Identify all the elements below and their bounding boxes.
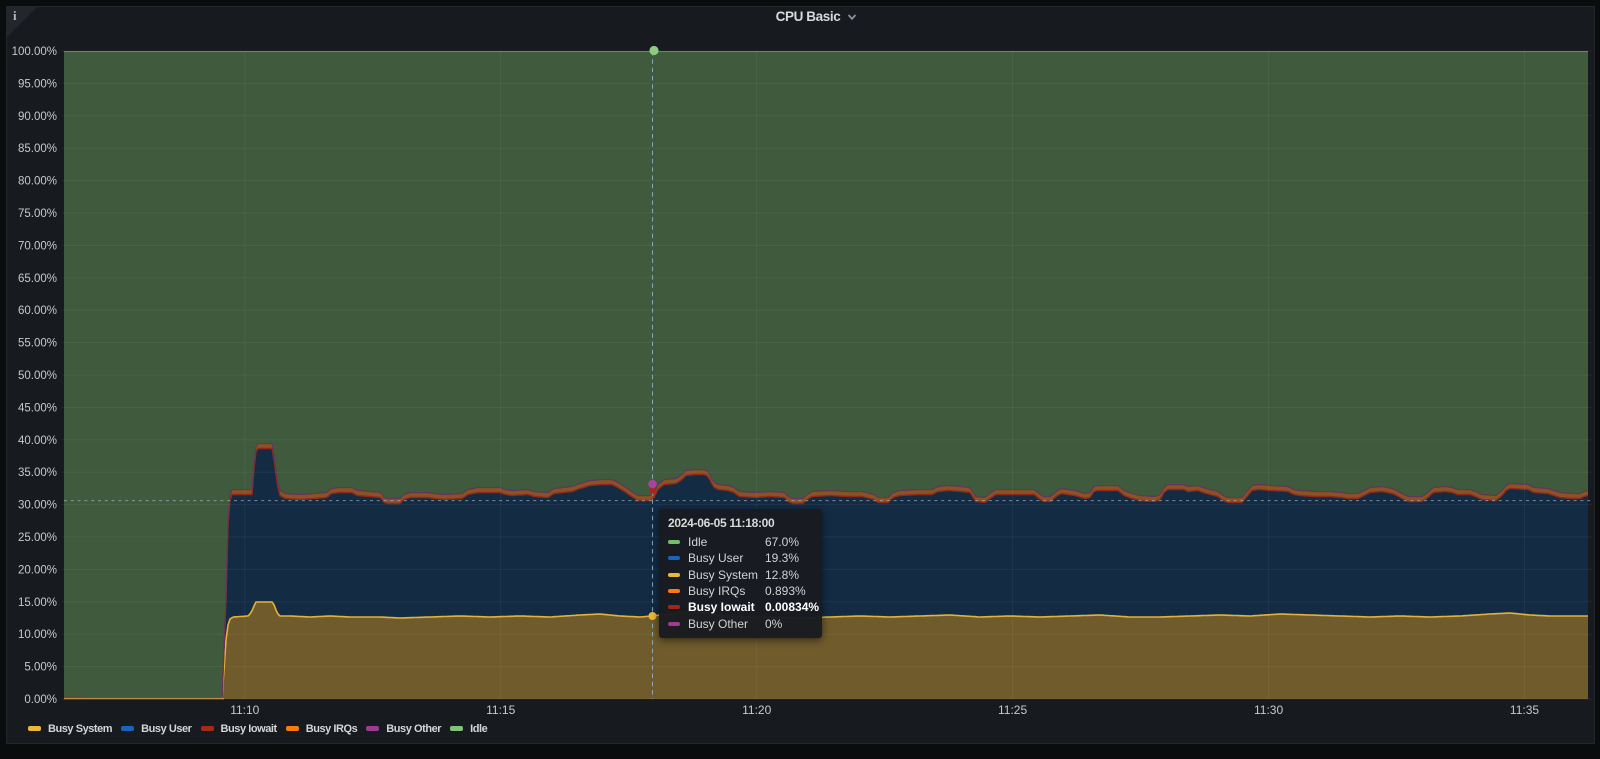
- svg-text:35.00%: 35.00%: [18, 467, 57, 479]
- svg-text:5.00%: 5.00%: [24, 662, 57, 674]
- svg-text:45.00%: 45.00%: [18, 402, 57, 414]
- svg-text:20.00%: 20.00%: [18, 564, 57, 576]
- svg-text:30.00%: 30.00%: [18, 500, 57, 512]
- svg-text:11:35: 11:35: [1510, 703, 1539, 717]
- svg-text:25.00%: 25.00%: [18, 532, 57, 544]
- svg-text:75.00%: 75.00%: [18, 208, 57, 220]
- svg-text:80.00%: 80.00%: [18, 176, 57, 188]
- svg-text:11:25: 11:25: [998, 703, 1027, 717]
- svg-text:11:30: 11:30: [1254, 703, 1283, 717]
- svg-text:11:20: 11:20: [742, 703, 771, 717]
- svg-text:0.00%: 0.00%: [24, 694, 57, 706]
- svg-text:11:15: 11:15: [486, 703, 515, 717]
- svg-text:50.00%: 50.00%: [18, 370, 57, 382]
- svg-text:15.00%: 15.00%: [18, 597, 57, 609]
- svg-text:95.00%: 95.00%: [18, 78, 57, 90]
- svg-text:100.00%: 100.00%: [12, 46, 57, 58]
- svg-text:10.00%: 10.00%: [18, 629, 57, 641]
- svg-text:85.00%: 85.00%: [18, 143, 57, 155]
- svg-text:40.00%: 40.00%: [18, 435, 57, 447]
- svg-text:55.00%: 55.00%: [18, 338, 57, 350]
- svg-text:11:10: 11:10: [230, 703, 259, 717]
- svg-text:70.00%: 70.00%: [18, 240, 57, 252]
- svg-text:90.00%: 90.00%: [18, 111, 57, 123]
- svg-text:65.00%: 65.00%: [18, 273, 57, 285]
- svg-text:60.00%: 60.00%: [18, 305, 57, 317]
